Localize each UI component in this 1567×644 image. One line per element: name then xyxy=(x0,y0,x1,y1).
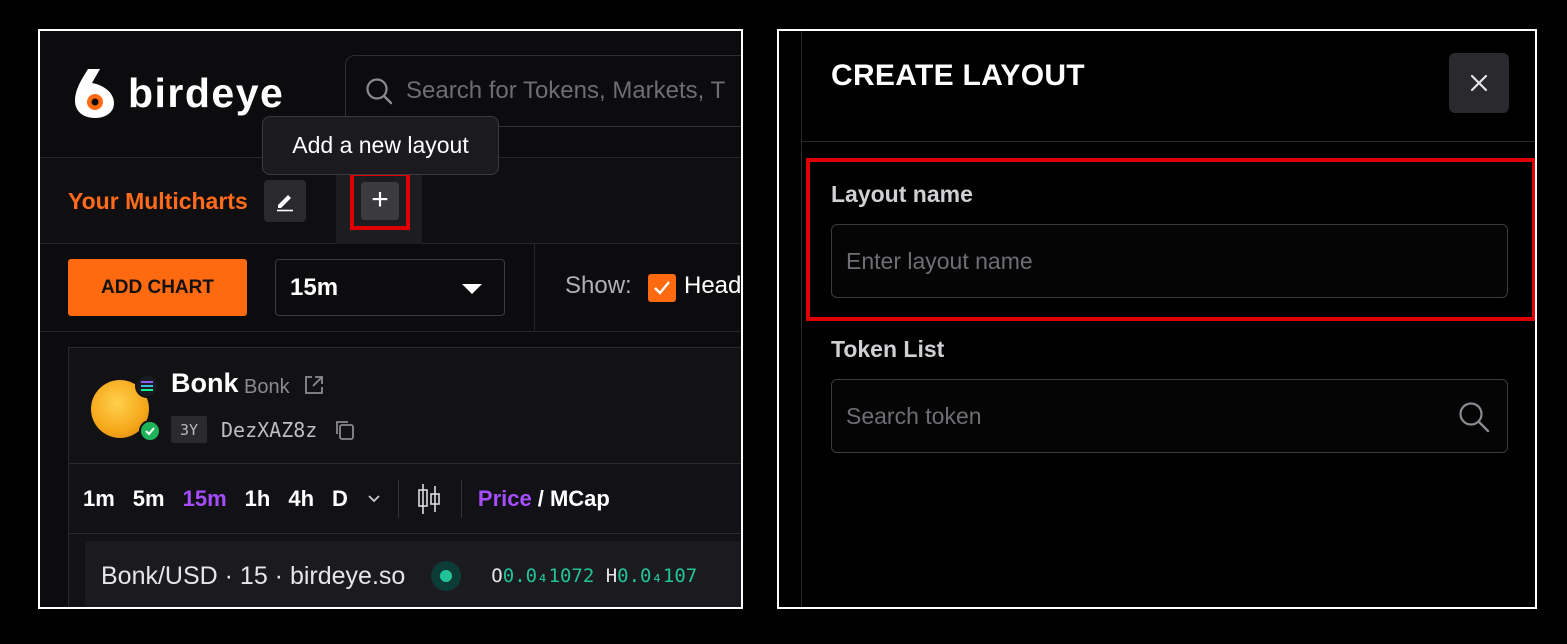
timeframe-5m[interactable]: 5m xyxy=(133,486,165,512)
mcap-toggle[interactable]: / MCap xyxy=(538,486,610,512)
token-address: DezXAZ8z xyxy=(221,418,318,442)
timeframe-4h[interactable]: 4h xyxy=(288,486,314,512)
divider xyxy=(397,479,399,518)
close-icon xyxy=(1470,74,1488,92)
copy-icon[interactable] xyxy=(334,419,356,441)
solana-icon xyxy=(135,374,159,398)
add-chart-button[interactable]: ADD CHART xyxy=(68,259,247,316)
close-button[interactable] xyxy=(1449,53,1509,113)
birdeye-logo[interactable]: birdeye xyxy=(70,67,284,119)
token-symbol: Bonk xyxy=(244,376,290,398)
modal-border xyxy=(801,31,802,607)
timeframe-1m[interactable]: 1m xyxy=(83,486,115,512)
modal-title: CREATE LAYOUT xyxy=(831,59,1085,92)
chevron-down-icon xyxy=(462,284,482,294)
chart-controls-bar: ADD CHART 15m Show: Head xyxy=(40,244,741,332)
multicharts-title[interactable]: Your Multicharts xyxy=(68,188,248,215)
add-layout-tooltip: Add a new layout xyxy=(262,116,499,175)
edit-icon xyxy=(277,195,293,212)
layout-name-placeholder: Enter layout name xyxy=(846,247,1033,274)
layout-name-input[interactable]: Enter layout name xyxy=(831,224,1508,298)
edit-layout-button[interactable] xyxy=(264,180,306,222)
add-layout-button[interactable]: + xyxy=(350,172,410,230)
create-layout-modal: CREATE LAYOUT Layout name Enter layout n… xyxy=(777,29,1537,609)
timeframe-toolbar: 1m 5m 15m 1h 4h D Price / MCap xyxy=(69,464,741,534)
chart-legend-row: Bonk/USD · 15 · birdeye.so O0.0₄1072 H0.… xyxy=(85,541,741,607)
external-link-icon[interactable] xyxy=(303,374,325,396)
divider xyxy=(534,244,535,332)
interval-value: 15m xyxy=(290,273,339,301)
layout-name-label: Layout name xyxy=(831,181,973,207)
chevron-down-icon[interactable] xyxy=(366,491,382,507)
plus-icon: + xyxy=(361,182,399,220)
timeframe-15m[interactable]: 15m xyxy=(183,486,227,512)
candlestick-icon[interactable] xyxy=(415,482,443,516)
token-search-input[interactable]: Search token xyxy=(831,379,1508,453)
token-search-placeholder: Search token xyxy=(846,402,982,429)
checkmark-icon xyxy=(654,281,670,295)
show-label: Show: xyxy=(565,272,632,299)
divider xyxy=(460,479,462,518)
chart-card: Bonk Bonk 3Y DezXAZ8z 1m 5m 15m 1h 4h D xyxy=(68,347,741,607)
price-toggle[interactable]: Price xyxy=(478,486,532,512)
search-icon xyxy=(1459,402,1490,433)
header-checkbox[interactable] xyxy=(648,274,676,302)
birdeye-multicharts-panel: birdeye Search for Tokens, Markets, T Ad… xyxy=(38,29,743,609)
token-header: Bonk Bonk 3Y DezXAZ8z xyxy=(69,348,741,464)
live-status-icon xyxy=(431,561,462,591)
token-age-badge: 3Y xyxy=(171,416,207,443)
verified-icon xyxy=(139,420,161,442)
timeframe-1h[interactable]: 1h xyxy=(245,486,271,512)
pair-label: Bonk/USD · 15 · birdeye.so xyxy=(101,561,406,590)
token-name: Bonk xyxy=(171,368,239,398)
header-checkbox-label[interactable]: Head xyxy=(684,272,741,300)
ohlc-values: O0.0₄1072 H0.0₄107 xyxy=(491,565,698,587)
token-list-label: Token List xyxy=(831,336,945,362)
timeframe-d[interactable]: D xyxy=(332,486,348,512)
interval-select[interactable]: 15m xyxy=(275,259,505,316)
divider xyxy=(801,141,1535,142)
search-placeholder: Search for Tokens, Markets, T xyxy=(406,77,726,104)
logo-text: birdeye xyxy=(128,69,285,116)
birdeye-logo-icon xyxy=(75,69,114,118)
search-icon xyxy=(366,78,393,105)
